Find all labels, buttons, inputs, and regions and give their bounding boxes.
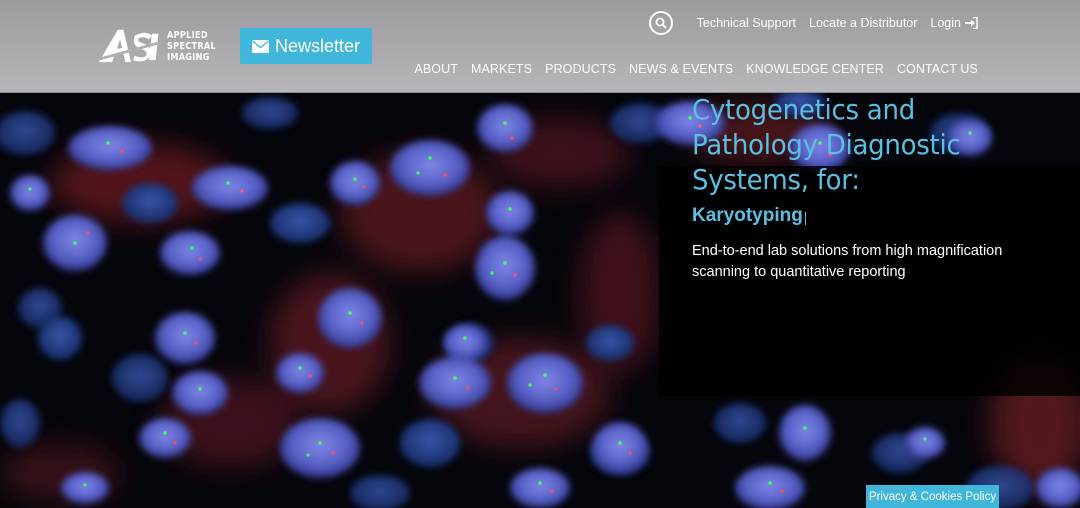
logo-line: IMAGING (167, 51, 210, 63)
main-nav: ABOUT MARKETS PRODUCTS NEWS & EVENTS KNO… (414, 62, 978, 78)
hero-rotating-word: Karyotyping (692, 205, 803, 226)
typing-cursor (804, 211, 806, 225)
hero-rotating-text: Karyotyping (692, 205, 806, 227)
nav-item-news-events[interactable]: NEWS & EVENTS (629, 62, 733, 78)
nav-item-about[interactable]: ABOUT (414, 62, 458, 78)
login-label: Login (930, 16, 961, 30)
logo-wordmark: APPLIED SPECTRAL IMAGING (167, 30, 216, 63)
logo-line: APPLIED (167, 29, 209, 41)
asi-logo-mark-icon (97, 29, 160, 63)
utility-links: Technical Support Locate a Distributor L… (648, 11, 978, 35)
hero-title: Cytogenetics and Pathology Diagnostic Sy… (692, 93, 961, 196)
newsletter-button[interactable]: Newsletter (240, 28, 372, 64)
login-link[interactable]: Login (930, 16, 978, 30)
nav-item-knowledge-center[interactable]: KNOWLEDGE CENTER (746, 62, 884, 78)
nav-item-contact-us[interactable]: CONTACT US (897, 62, 978, 78)
sign-in-icon (965, 17, 978, 29)
nav-item-products[interactable]: PRODUCTS (545, 62, 616, 78)
newsletter-label: Newsletter (274, 35, 361, 56)
magnifier-glyph-icon (655, 17, 667, 29)
nav-item-markets[interactable]: MARKETS (471, 62, 532, 78)
envelope-icon (251, 39, 269, 53)
logo-line: SPECTRAL (167, 40, 217, 52)
privacy-cookies-button[interactable]: Privacy & Cookies Policy (866, 485, 999, 508)
asi-logo[interactable]: APPLIED SPECTRAL IMAGING (97, 22, 227, 70)
site-header: APPLIED SPECTRAL IMAGING Newsletter Tech… (0, 0, 1080, 93)
technical-support-link[interactable]: Technical Support (697, 16, 796, 30)
hero-description: End-to-end lab solutions from high magni… (692, 243, 1003, 280)
search-icon[interactable] (648, 11, 673, 35)
locate-distributor-link[interactable]: Locate a Distributor (809, 16, 917, 30)
